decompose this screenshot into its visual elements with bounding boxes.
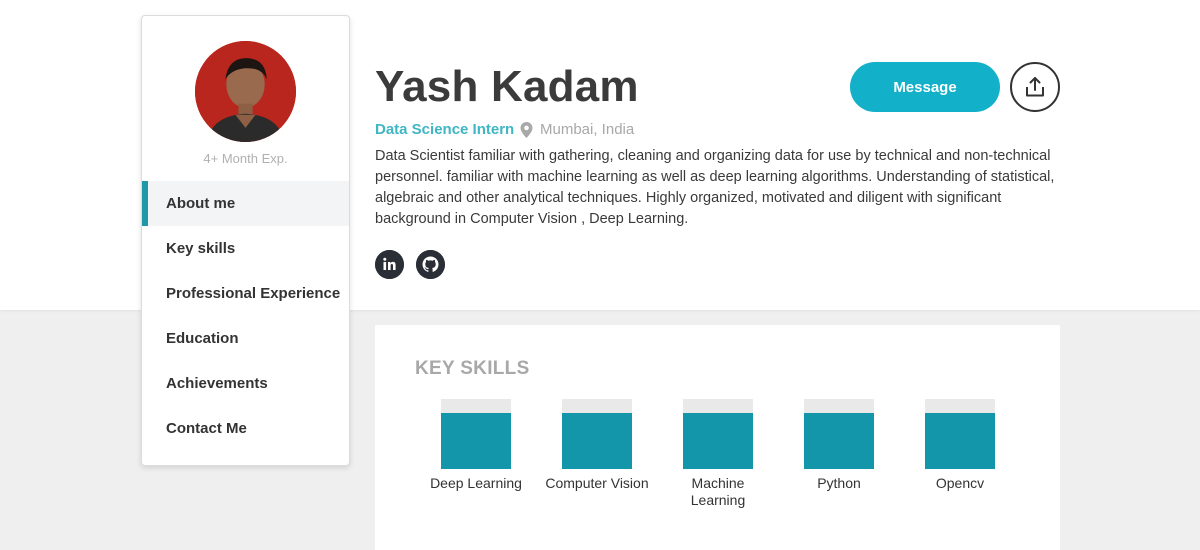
avatar (195, 41, 296, 142)
skill-item: Python (784, 399, 894, 492)
skill-label: Deep Learning (430, 475, 522, 491)
skill-bar (562, 399, 632, 469)
skill-item: Machine Learning (663, 399, 773, 509)
linkedin-icon[interactable] (375, 250, 404, 279)
github-icon[interactable] (416, 250, 445, 279)
key-skills-panel: KEY SKILLS Deep Learning Computer Vision… (375, 325, 1060, 550)
skill-fill (804, 413, 874, 469)
skill-item: Deep Learning (421, 399, 531, 492)
skill-item: Opencv (905, 399, 1015, 492)
skill-label: Computer Vision (545, 475, 649, 491)
social-links (375, 250, 445, 279)
profile-name: Yash Kadam (375, 62, 639, 111)
skill-label: Opencv (935, 475, 985, 491)
profile-nav: About me Key skills Professional Experie… (142, 181, 349, 451)
nav-item-about-me[interactable]: About me (142, 181, 349, 226)
key-skills-title: KEY SKILLS (415, 358, 530, 379)
skill-fill (925, 413, 995, 469)
skill-fill (562, 413, 632, 469)
skill-label: Machine Learning (690, 475, 746, 508)
share-upload-icon (1026, 77, 1044, 97)
skill-fill (441, 413, 511, 469)
profile-bio: Data Scientist familiar with gathering, … (375, 148, 1055, 227)
location-text: Mumbai, India (540, 121, 635, 138)
nav-item-education[interactable]: Education (142, 316, 349, 361)
experience-label: 4+ Month Exp. (203, 151, 288, 166)
profile-location: Mumbai, India (520, 121, 634, 138)
profile-card: 4+ Month Exp. About me Key skills Profes… (141, 15, 350, 466)
message-button[interactable]: Message (850, 62, 1000, 112)
skill-bar (441, 399, 511, 469)
profile-role: Data Science Intern (375, 121, 515, 138)
skill-fill (683, 413, 753, 469)
skill-item: Computer Vision (542, 399, 652, 492)
share-button[interactable] (1010, 62, 1060, 112)
skill-bar (925, 399, 995, 469)
nav-item-key-skills[interactable]: Key skills (142, 226, 349, 271)
skill-label: Python (817, 475, 861, 491)
nav-item-professional-experience[interactable]: Professional Experience (142, 271, 349, 316)
location-pin-icon (520, 121, 533, 138)
nav-item-achievements[interactable]: Achievements (142, 361, 349, 406)
skill-bar (804, 399, 874, 469)
nav-item-contact-me[interactable]: Contact Me (142, 406, 349, 451)
skill-bar (683, 399, 753, 469)
